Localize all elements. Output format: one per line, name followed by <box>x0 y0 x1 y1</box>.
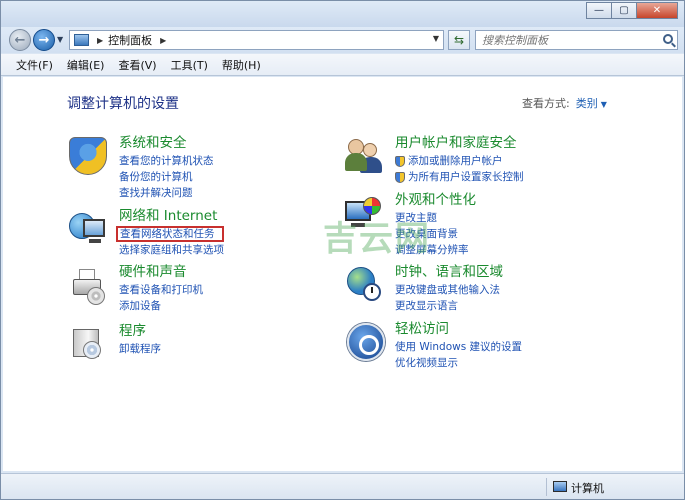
breadcrumb-chevron-icon[interactable]: ▶ <box>97 36 103 45</box>
category-title[interactable]: 系统和安全 <box>119 134 214 153</box>
history-dropdown-icon[interactable]: ▼ <box>57 35 63 44</box>
link-view-network-status[interactable]: 查看网络状态和任务 <box>116 226 224 242</box>
maximize-icon: ▢ <box>619 5 629 16</box>
menu-tools[interactable]: 工具(T) <box>164 55 215 75</box>
title-bar[interactable]: — ▢ ✕ <box>1 1 684 27</box>
computer-icon <box>553 481 567 492</box>
link-homegroup-sharing[interactable]: 选择家庭组和共享选项 <box>119 242 224 258</box>
link-uninstall-program[interactable]: 卸载程序 <box>119 341 161 357</box>
view-mode-label: 查看方式: <box>522 97 570 110</box>
category-title[interactable]: 轻松访问 <box>395 320 522 339</box>
menu-bar: 文件(F) 编辑(E) 查看(V) 工具(T) 帮助(H) <box>1 54 684 76</box>
link-add-remove-accounts[interactable]: 添加或删除用户帐户 <box>395 153 524 169</box>
window-controls: — ▢ ✕ <box>586 2 678 19</box>
refresh-button[interactable]: ⇆ <box>448 30 470 50</box>
watermark-text: 吉云网 <box>323 219 431 259</box>
close-icon: ✕ <box>652 5 662 16</box>
network-globe-icon[interactable] <box>69 209 107 247</box>
link-parental-controls[interactable]: 为所有用户设置家长控制 <box>395 169 524 185</box>
shield-icon[interactable] <box>69 137 107 175</box>
maximize-button[interactable]: ▢ <box>611 2 637 19</box>
link-optimize-display[interactable]: 优化视频显示 <box>395 355 522 371</box>
menu-help[interactable]: 帮助(H) <box>215 55 268 75</box>
search-icon[interactable] <box>663 34 673 44</box>
view-mode-select[interactable]: 类别 <box>576 97 598 110</box>
control-panel-icon <box>74 34 89 46</box>
monitor-icon <box>83 219 105 237</box>
clock-icon <box>363 283 381 301</box>
program-box-icon[interactable] <box>69 323 107 361</box>
search-box[interactable] <box>475 30 678 50</box>
back-arrow-icon: ← <box>14 32 26 48</box>
speaker-disc-icon <box>87 287 105 305</box>
uac-shield-icon <box>395 171 405 183</box>
status-divider <box>546 478 547 496</box>
link-change-display-language[interactable]: 更改显示语言 <box>395 298 503 314</box>
category-clock-language-region: 时钟、语言和区域 更改键盘或其他输入法 更改显示语言 <box>395 263 503 314</box>
view-mode: 查看方式: 类别 ▼ <box>522 95 607 111</box>
content-pane: 调整计算机的设置 查看方式: 类别 ▼ 系统和安全 查看您的计算机状态 备份您的计算… <box>3 77 682 471</box>
printer-icon[interactable] <box>69 267 107 305</box>
category-system-security: 系统和安全 查看您的计算机状态 备份您的计算机 查找并解决问题 <box>119 134 214 201</box>
link-view-computer-status[interactable]: 查看您的计算机状态 <box>119 153 214 169</box>
ease-of-access-icon[interactable] <box>347 323 385 361</box>
link-devices-printers[interactable]: 查看设备和打印机 <box>119 282 203 298</box>
category-title[interactable]: 硬件和声音 <box>119 263 203 282</box>
link-add-device[interactable]: 添加设备 <box>119 298 203 314</box>
address-bar[interactable]: ▶ 控制面板 ▶ ▼ <box>69 30 444 50</box>
back-button[interactable]: ← <box>9 29 31 51</box>
address-dropdown-icon[interactable]: ▼ <box>433 34 439 43</box>
address-row: ← → ▼ ▶ 控制面板 ▶ ▼ ⇆ <box>1 27 684 53</box>
link-label: 添加或删除用户帐户 <box>408 155 503 167</box>
category-network-internet: 网络和 Internet 查看网络状态和任务 选择家庭组和共享选项 <box>116 207 224 258</box>
link-backup-computer[interactable]: 备份您的计算机 <box>119 169 214 185</box>
page-title: 调整计算机的设置 <box>67 96 179 112</box>
category-title[interactable]: 程序 <box>119 322 161 341</box>
forward-button[interactable]: → <box>33 29 55 51</box>
status-text: 计算机 <box>571 482 604 495</box>
menu-file[interactable]: 文件(F) <box>9 55 60 75</box>
link-find-fix-problems[interactable]: 查找并解决问题 <box>119 185 214 201</box>
minimize-icon: — <box>594 5 604 16</box>
program-disc-icon <box>83 341 101 359</box>
category-programs: 程序 卸载程序 <box>119 322 161 357</box>
breadcrumb-control-panel[interactable]: 控制面板 <box>108 32 152 48</box>
category-ease-of-access: 轻松访问 使用 Windows 建议的设置 优化视频显示 <box>395 320 522 371</box>
minimize-button[interactable]: — <box>586 2 612 19</box>
link-change-keyboard[interactable]: 更改键盘或其他输入法 <box>395 282 503 298</box>
user-head-icon <box>363 143 377 157</box>
uac-shield-icon <box>395 155 405 167</box>
close-button[interactable]: ✕ <box>636 2 678 19</box>
link-label: 为所有用户设置家长控制 <box>408 171 524 183</box>
users-icon[interactable] <box>345 137 383 175</box>
forward-arrow-icon: → <box>38 32 50 48</box>
category-user-accounts: 用户帐户和家庭安全 添加或删除用户帐户 为所有用户设置家长控制 <box>395 134 524 185</box>
menu-view[interactable]: 查看(V) <box>111 55 163 75</box>
clock-globe-icon[interactable] <box>345 265 383 303</box>
category-title[interactable]: 外观和个性化 <box>395 191 476 210</box>
chevron-down-icon[interactable]: ▼ <box>601 100 607 109</box>
category-hardware-sound: 硬件和声音 查看设备和打印机 添加设备 <box>119 263 203 314</box>
breadcrumb-chevron-icon[interactable]: ▶ <box>160 36 166 45</box>
category-title[interactable]: 网络和 Internet <box>119 207 224 226</box>
category-title[interactable]: 用户帐户和家庭安全 <box>395 134 524 153</box>
category-title[interactable]: 时钟、语言和区域 <box>395 263 503 282</box>
refresh-icon: ⇆ <box>453 33 465 47</box>
user-body-icon <box>360 157 382 173</box>
search-input[interactable] <box>476 31 656 49</box>
monitor-stand <box>89 239 101 243</box>
control-panel-window: — ▢ ✕ ← → ▼ ▶ 控制面板 ▶ ▼ ⇆ 文件(F) 编辑(E) 查看(… <box>0 0 685 500</box>
menu-edit[interactable]: 编辑(E) <box>60 55 112 75</box>
link-recommended-settings[interactable]: 使用 Windows 建议的设置 <box>395 339 522 355</box>
status-bar: 计算机 <box>1 473 684 499</box>
